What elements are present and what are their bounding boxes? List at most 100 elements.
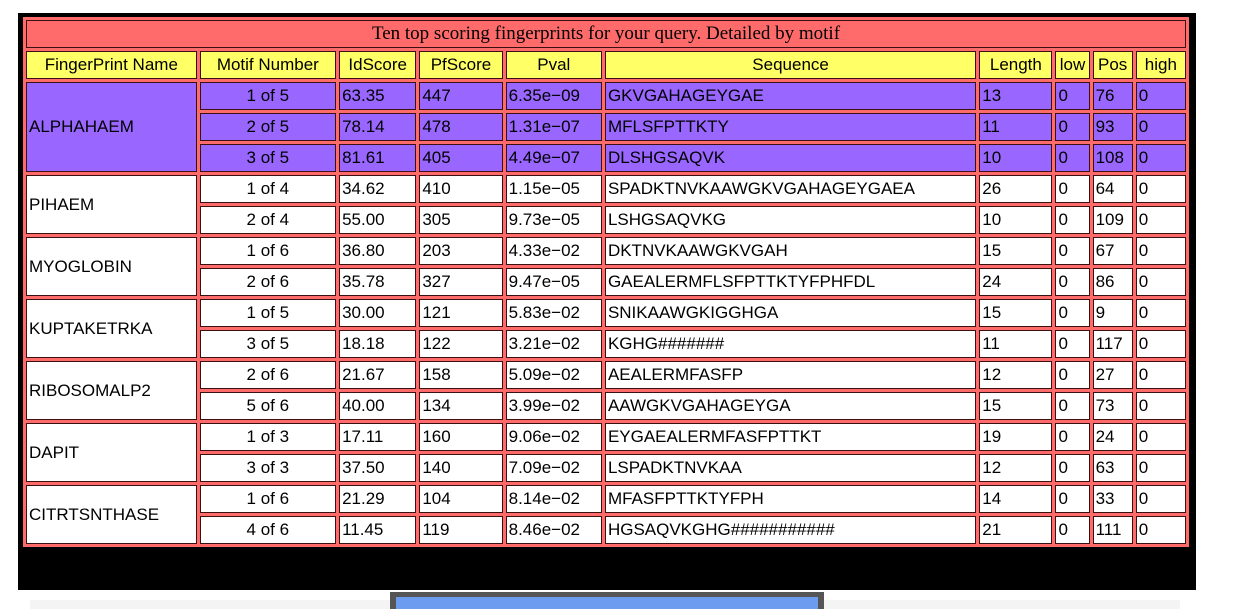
pos-cell: 33 <box>1092 485 1133 513</box>
header-idscore: IdScore <box>339 51 417 79</box>
idscore-cell: 36.80 <box>339 237 417 265</box>
low-cell: 0 <box>1055 206 1090 234</box>
bottom-button-face[interactable] <box>396 597 818 609</box>
pfscore-cell: 305 <box>419 206 503 234</box>
header-fingerprint-name: FingerPrint Name <box>26 51 197 79</box>
length-cell: 11 <box>979 330 1053 358</box>
sequence-cell: MFLSFPTTKTY <box>604 113 977 141</box>
pos-cell: 9 <box>1092 299 1133 327</box>
table-row: ALPHAHAEM 1 of 5 63.35 447 6.35e−09 GKVGAHAGE… <box>26 82 1186 172</box>
pval-cell: 4.33e−02 <box>505 237 602 265</box>
motif-cell: 1 of 6 <box>199 485 337 513</box>
pos-cell: 93 <box>1092 113 1133 141</box>
pos-cell: 64 <box>1092 175 1133 203</box>
length-cell: 15 <box>979 237 1053 265</box>
pfscore-cell: 104 <box>419 485 503 513</box>
pval-cell: 1.15e−05 <box>505 175 602 203</box>
pval-cell: 4.49e−07 <box>505 144 602 172</box>
results-table-frame: Ten top scoring fingerprints for your qu… <box>18 13 1196 590</box>
pfscore-cell: 158 <box>419 361 503 389</box>
high-cell: 0 <box>1135 299 1186 327</box>
sequence-cell: GKVGAHAGEYGAE <box>604 82 977 110</box>
low-cell: 0 <box>1055 423 1090 451</box>
length-cell: 15 <box>979 392 1053 420</box>
idscore-cell: 34.62 <box>339 175 417 203</box>
table-row: 2 of 6 35.78 327 9.47e−05 GAEALERMFLSFPTTKTY… <box>26 268 1186 296</box>
table-row: 3 of 5 81.61 405 4.49e−07 DLSHGSAQVK 10 0 108 0 <box>26 144 1186 172</box>
pos-cell: 24 <box>1092 423 1133 451</box>
pos-cell: 63 <box>1092 454 1133 482</box>
pfscore-cell: 134 <box>419 392 503 420</box>
sequence-cell: DLSHGSAQVK <box>604 144 977 172</box>
table-row: PIHAEM 1 of 4 34.62 410 1.15e−05 SPADKTNVKAAW… <box>26 175 1186 234</box>
high-cell: 0 <box>1135 392 1186 420</box>
header-high: high <box>1135 51 1186 79</box>
table-row: MYOGLOBIN 1 of 6 36.80 203 4.33e−02 DKTNVKAAW… <box>26 237 1186 296</box>
header-pos: Pos <box>1092 51 1133 79</box>
fingerprint-name-cell: CITRTSNTHASE <box>26 485 197 544</box>
motif-cell: 1 of 5 <box>199 299 337 327</box>
pfscore-cell: 478 <box>419 113 503 141</box>
length-cell: 13 <box>979 82 1053 110</box>
pval-cell: 8.46e−02 <box>505 516 602 544</box>
pval-cell: 9.47e−05 <box>505 268 602 296</box>
pval-cell: 3.21e−02 <box>505 330 602 358</box>
pfscore-cell: 410 <box>419 175 503 203</box>
sequence-cell: KGHG####### <box>604 330 977 358</box>
pval-cell: 5.09e−02 <box>505 361 602 389</box>
table-row: RIBOSOMALP2 2 of 6 21.67 158 5.09e−02 AEALERM… <box>26 361 1186 420</box>
high-cell: 0 <box>1135 175 1186 203</box>
idscore-cell: 21.67 <box>339 361 417 389</box>
pos-cell: 109 <box>1092 206 1133 234</box>
idscore-cell: 37.50 <box>339 454 417 482</box>
header-low: low <box>1055 51 1090 79</box>
low-cell: 0 <box>1055 330 1090 358</box>
idscore-cell: 78.14 <box>339 113 417 141</box>
header-pfscore: PfScore <box>419 51 503 79</box>
low-cell: 0 <box>1055 144 1090 172</box>
pfscore-cell: 405 <box>419 144 503 172</box>
idscore-cell: 18.18 <box>339 330 417 358</box>
idscore-cell: 21.29 <box>339 485 417 513</box>
table-row: KUPTAKETRKA 1 of 5 30.00 121 5.83e−02 SNIKAAW… <box>26 299 1186 358</box>
header-sequence: Sequence <box>604 51 977 79</box>
low-cell: 0 <box>1055 82 1090 110</box>
length-cell: 26 <box>979 175 1053 203</box>
motif-cell: 3 of 5 <box>199 144 337 172</box>
sequence-cell: HGSAQVKGHG########### <box>604 516 977 544</box>
high-cell: 0 <box>1135 206 1186 234</box>
fingerprint-name-cell: DAPIT <box>26 423 197 482</box>
pos-cell: 117 <box>1092 330 1133 358</box>
fingerprint-results-table: Ten top scoring fingerprints for your qu… <box>23 17 1189 547</box>
table-row: 5 of 6 40.00 134 3.99e−02 AAWGKVGAHAGEYGA 15 0… <box>26 392 1186 420</box>
motif-cell: 3 of 5 <box>199 330 337 358</box>
pos-cell: 76 <box>1092 82 1133 110</box>
sequence-cell: LSHGSAQVKG <box>604 206 977 234</box>
idscore-cell: 63.35 <box>339 82 417 110</box>
motif-cell: 1 of 3 <box>199 423 337 451</box>
sequence-cell: DKTNVKAAWGKVGAH <box>604 237 977 265</box>
table-row: 2 of 4 55.00 305 9.73e−05 LSHGSAQVKG 10 0 109 0 <box>26 206 1186 234</box>
sequence-cell: SPADKTNVKAAWGKVGAHAGEYGAEA <box>604 175 977 203</box>
idscore-cell: 30.00 <box>339 299 417 327</box>
pfscore-cell: 140 <box>419 454 503 482</box>
fingerprint-name-cell: ALPHAHAEM <box>26 82 197 172</box>
motif-cell: 4 of 6 <box>199 516 337 544</box>
pfscore-cell: 203 <box>419 237 503 265</box>
bottom-button-edge[interactable] <box>390 592 824 609</box>
caption-row: Ten top scoring fingerprints for your qu… <box>26 20 1186 48</box>
fingerprint-name-cell: KUPTAKETRKA <box>26 299 197 358</box>
length-cell: 11 <box>979 113 1053 141</box>
length-cell: 12 <box>979 361 1053 389</box>
pos-cell: 86 <box>1092 268 1133 296</box>
motif-cell: 1 of 4 <box>199 175 337 203</box>
pfscore-cell: 160 <box>419 423 503 451</box>
sequence-cell: MFASFPTTKTYFPH <box>604 485 977 513</box>
low-cell: 0 <box>1055 175 1090 203</box>
header-pval: Pval <box>505 51 602 79</box>
pos-cell: 67 <box>1092 237 1133 265</box>
pfscore-cell: 447 <box>419 82 503 110</box>
motif-cell: 2 of 6 <box>199 268 337 296</box>
high-cell: 0 <box>1135 268 1186 296</box>
motif-cell: 1 of 5 <box>199 82 337 110</box>
